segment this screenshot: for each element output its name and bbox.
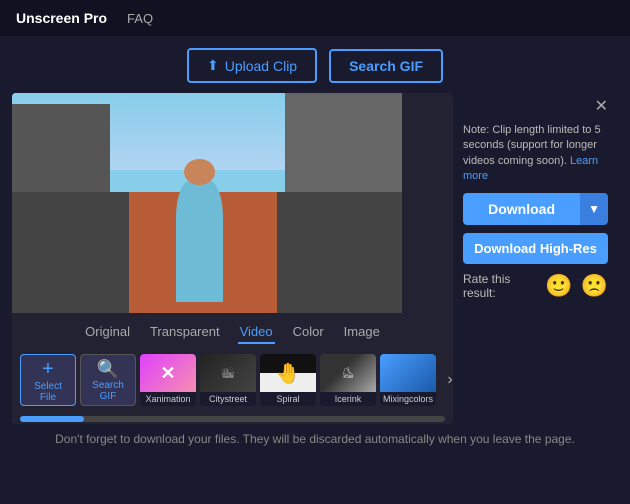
xanimation-thumb[interactable]: ✕ Xanimation xyxy=(140,354,196,406)
spiral-preview: 🤚 xyxy=(260,354,316,392)
upload-icon: ⬆ xyxy=(207,57,219,74)
tab-image[interactable]: Image xyxy=(342,321,382,344)
citystreet-preview: 🏙 xyxy=(200,354,256,392)
download-dropdown-arrow[interactable]: ▼ xyxy=(580,193,608,225)
mixingcolors-label: Mixingcolors xyxy=(380,392,436,406)
note-text: Note: Clip length limited to 5 seconds (… xyxy=(463,123,608,185)
plus-icon: + xyxy=(42,358,54,381)
topnav: Unscreen Pro FAQ xyxy=(0,0,630,36)
faq-link[interactable]: FAQ xyxy=(127,11,153,26)
citystreet-label: Citystreet xyxy=(200,392,256,406)
close-button[interactable]: ✕ xyxy=(595,99,608,115)
icerink-preview: ⛸ xyxy=(320,354,376,392)
video-preview xyxy=(12,93,402,313)
download-button[interactable]: Download xyxy=(463,193,580,225)
upload-clip-button[interactable]: ⬆ Upload Clip xyxy=(187,48,317,83)
select-file-thumb[interactable]: + SelectFile xyxy=(20,354,76,406)
search-icon: 🔍 xyxy=(97,359,119,380)
chevron-down-icon: ▼ xyxy=(588,202,600,216)
main-content: Original Transparent Video Color Image +… xyxy=(0,93,630,424)
sad-rating-button[interactable]: 🙁 xyxy=(581,273,608,299)
rate-label: Rate this result: xyxy=(463,272,537,300)
search-gif-thumb[interactable]: 🔍 SearchGIF xyxy=(80,354,136,406)
search-gif-button[interactable]: Search GIF xyxy=(329,49,443,83)
tab-transparent[interactable]: Transparent xyxy=(148,321,222,344)
tabs-row: Original Transparent Video Color Image xyxy=(12,313,453,348)
citystreet-thumb[interactable]: 🏙 Citystreet xyxy=(200,354,256,406)
mixingcolors-thumb[interactable]: Mixingcolors xyxy=(380,354,436,406)
icerink-thumb[interactable]: ⛸ Icerink xyxy=(320,354,376,406)
footer: Don't forget to download your files. The… xyxy=(0,424,630,450)
select-file-label: SelectFile xyxy=(34,381,62,403)
spiral-thumb[interactable]: 🤚 Spiral xyxy=(260,354,316,406)
tab-video[interactable]: Video xyxy=(238,321,275,344)
tab-color[interactable]: Color xyxy=(291,321,326,344)
rate-row: Rate this result: 🙂 🙁 xyxy=(463,272,608,300)
header-buttons: ⬆ Upload Clip Search GIF xyxy=(0,36,630,93)
progress-bar-bg xyxy=(20,416,445,422)
progress-bar-container xyxy=(12,412,453,424)
tab-original[interactable]: Original xyxy=(83,321,132,344)
spiral-label: Spiral xyxy=(260,392,316,406)
thumbnail-strip: + SelectFile 🔍 SearchGIF ✕ Xanimation 🏙 … xyxy=(12,348,453,412)
mixingcolors-preview xyxy=(380,354,436,392)
thumb-strip-next-arrow[interactable]: › xyxy=(440,354,453,406)
download-hires-button[interactable]: Download High-Res xyxy=(463,233,608,264)
xanimation-preview: ✕ xyxy=(140,354,196,392)
icerink-label: Icerink xyxy=(320,392,376,406)
happy-rating-button[interactable]: 🙂 xyxy=(545,273,572,299)
download-button-group: Download ▼ xyxy=(463,193,608,225)
brand-label: Unscreen Pro xyxy=(16,10,107,26)
progress-bar-fill xyxy=(20,416,84,422)
left-panel: Original Transparent Video Color Image +… xyxy=(12,93,453,424)
street-scene xyxy=(12,93,402,313)
footer-text: Don't forget to download your files. The… xyxy=(55,432,575,446)
search-gif-thumb-label: SearchGIF xyxy=(92,380,124,402)
right-panel: ✕ Note: Clip length limited to 5 seconds… xyxy=(453,93,618,424)
xanimation-label: Xanimation xyxy=(140,392,196,406)
